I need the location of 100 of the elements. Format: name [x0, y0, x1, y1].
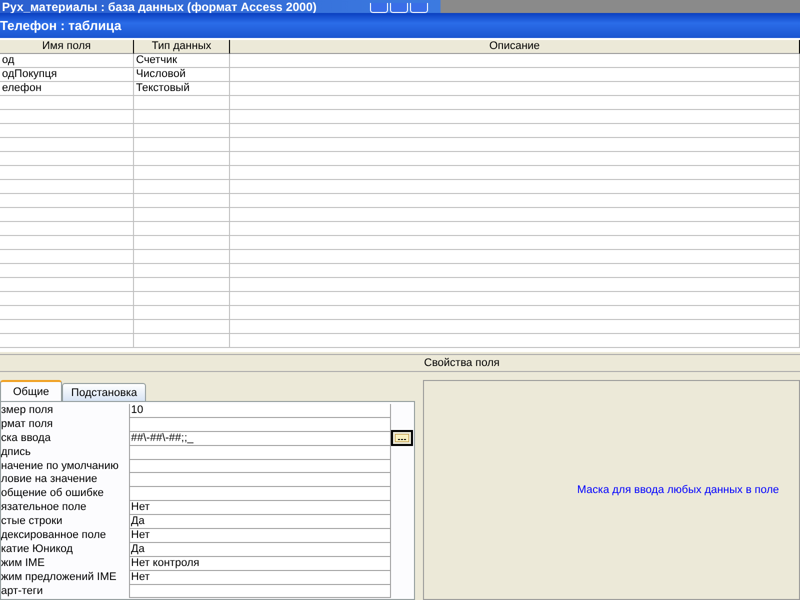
empty-cell[interactable] [0, 166, 134, 180]
property-value-field[interactable]: Да [129, 542, 391, 557]
empty-cell[interactable] [0, 278, 134, 292]
empty-cell[interactable] [134, 264, 230, 278]
property-label: ска ввода [1, 432, 52, 446]
empty-cell[interactable] [134, 166, 230, 180]
description-cell[interactable] [230, 68, 800, 82]
empty-cell[interactable] [134, 138, 230, 152]
ellipsis-icon [395, 434, 409, 442]
property-label: дпись [1, 446, 32, 460]
empty-cell[interactable] [0, 306, 134, 320]
empty-cell[interactable] [230, 110, 800, 124]
maximize-button[interactable] [390, 3, 408, 13]
property-value-field[interactable]: ##\-##\-##;;_ [129, 432, 391, 446]
empty-cell[interactable] [230, 194, 800, 208]
property-value-field[interactable] [129, 460, 391, 474]
empty-cell[interactable] [134, 152, 230, 166]
property-value-field[interactable] [129, 473, 391, 488]
field-name-cell[interactable]: елефон [0, 82, 134, 96]
property-value-field[interactable]: Нет [129, 529, 391, 543]
description-cell[interactable] [230, 82, 800, 96]
builder-button[interactable] [391, 430, 413, 446]
description-cell[interactable] [230, 54, 800, 68]
empty-cell[interactable] [134, 236, 230, 250]
property-label: жим предложений IME [1, 570, 118, 585]
empty-cell[interactable] [0, 124, 134, 138]
empty-cell[interactable] [230, 306, 800, 320]
property-label: начение по умолчанию [1, 460, 120, 474]
empty-cell[interactable] [0, 236, 134, 250]
empty-cell[interactable] [230, 124, 800, 138]
empty-cell[interactable] [0, 320, 134, 334]
property-label: дексированное поле [1, 529, 107, 543]
empty-cell[interactable] [134, 96, 230, 110]
empty-cell[interactable] [230, 96, 800, 110]
column-header[interactable]: Тип данных [134, 40, 230, 54]
property-value-field[interactable]: Нет контроля [129, 556, 391, 571]
property-label: язательное поле [1, 501, 88, 516]
property-value-field[interactable] [129, 418, 391, 432]
help-text: Маска для ввода любых данных в поле [577, 484, 779, 496]
property-value-field[interactable]: Да [129, 515, 391, 530]
empty-cell[interactable] [230, 278, 800, 292]
property-value-field[interactable]: 10 [129, 404, 391, 418]
empty-cell[interactable] [134, 334, 230, 348]
empty-cell[interactable] [0, 180, 134, 194]
empty-cell[interactable] [0, 250, 134, 264]
property-value-field[interactable] [129, 487, 391, 502]
tab[interactable]: Общие [0, 380, 62, 401]
empty-cell[interactable] [230, 264, 800, 278]
empty-cell[interactable] [0, 292, 134, 306]
field-name-cell[interactable]: од [0, 54, 134, 68]
empty-cell[interactable] [0, 110, 134, 124]
empty-cell[interactable] [134, 222, 230, 236]
empty-cell[interactable] [0, 152, 134, 166]
empty-cell[interactable] [230, 320, 800, 334]
property-label: ловие на значение [1, 473, 98, 488]
empty-cell[interactable] [0, 208, 134, 222]
data-type-cell[interactable]: Счетчик [134, 54, 230, 68]
property-value-field[interactable] [129, 584, 391, 598]
property-label: змер поля [1, 404, 54, 418]
empty-cell[interactable] [0, 264, 134, 278]
empty-cell[interactable] [134, 250, 230, 264]
empty-cell[interactable] [0, 194, 134, 208]
empty-cell[interactable] [134, 292, 230, 306]
data-type-cell[interactable]: Числовой [134, 68, 230, 82]
empty-cell[interactable] [230, 152, 800, 166]
empty-cell[interactable] [230, 138, 800, 152]
empty-cell[interactable] [134, 320, 230, 334]
empty-cell[interactable] [230, 222, 800, 236]
empty-cell[interactable] [230, 166, 800, 180]
empty-cell[interactable] [0, 222, 134, 236]
empty-cell[interactable] [134, 208, 230, 222]
close-button[interactable] [410, 3, 428, 13]
empty-cell[interactable] [0, 96, 134, 110]
property-value-field[interactable] [129, 446, 391, 460]
empty-cell[interactable] [134, 306, 230, 320]
empty-cell[interactable] [134, 124, 230, 138]
empty-cell[interactable] [134, 278, 230, 292]
minimize-button[interactable] [370, 3, 388, 13]
empty-cell[interactable] [0, 138, 134, 152]
empty-cell[interactable] [230, 334, 800, 348]
empty-cell[interactable] [134, 110, 230, 124]
empty-cell[interactable] [0, 334, 134, 348]
property-label: рмат поля [1, 418, 54, 432]
empty-cell[interactable] [230, 208, 800, 222]
tab[interactable]: Подстановка [62, 383, 146, 401]
empty-cell[interactable] [134, 180, 230, 194]
property-label: общение об ошибке [1, 487, 105, 502]
property-value-field[interactable]: Нет [129, 570, 391, 585]
property-value-field[interactable]: Нет [129, 501, 391, 516]
empty-cell[interactable] [230, 180, 800, 194]
empty-cell[interactable] [134, 194, 230, 208]
column-header[interactable]: Описание [230, 40, 800, 54]
data-type-cell[interactable]: Текстовый [134, 82, 230, 96]
field-name-cell[interactable]: одПокупця [0, 68, 134, 82]
empty-cell[interactable] [230, 250, 800, 264]
property-label: катие Юникод [1, 542, 74, 557]
column-header[interactable]: Имя поля [0, 40, 134, 54]
empty-cell[interactable] [230, 236, 800, 250]
empty-cell[interactable] [230, 292, 800, 306]
property-label: стые строки [1, 515, 64, 530]
